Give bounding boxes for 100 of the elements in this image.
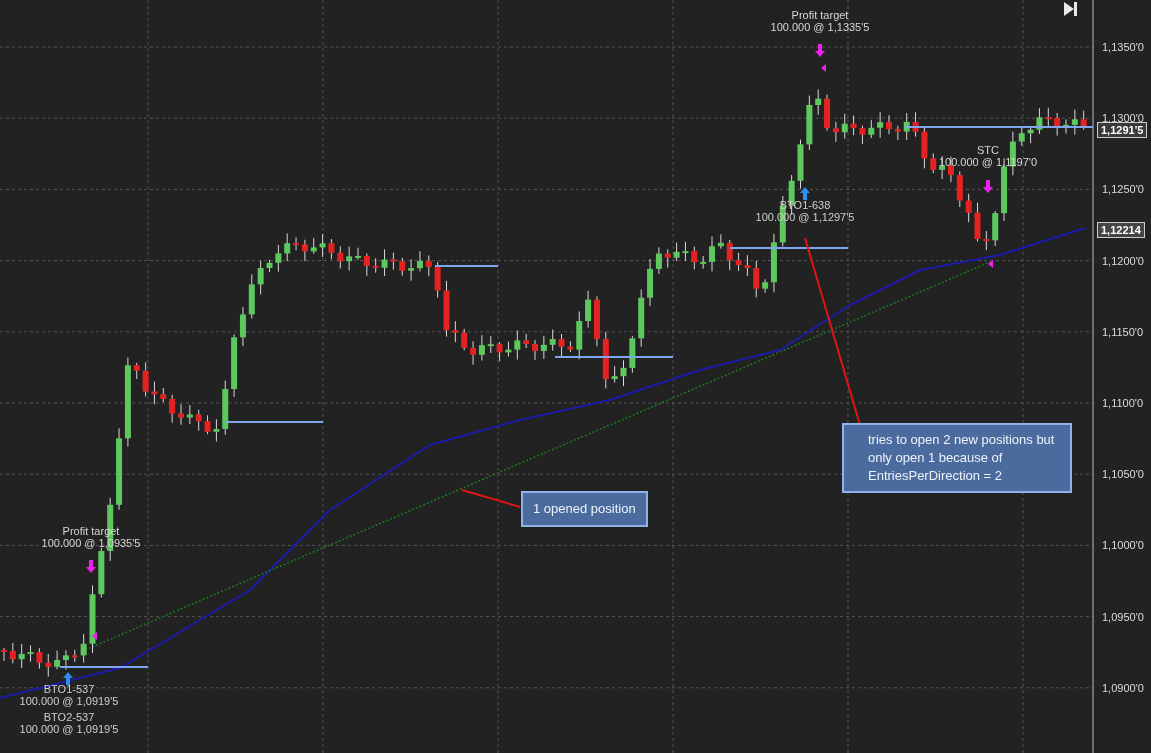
candle bbox=[558, 333, 565, 357]
candle bbox=[523, 333, 530, 349]
axis-label: 1,1250'0 bbox=[1102, 182, 1144, 197]
triangle-marker-icon bbox=[821, 64, 826, 72]
candle bbox=[815, 89, 822, 116]
trade-price: 100.000 @ 1,0919'5 bbox=[19, 723, 119, 735]
candle bbox=[204, 414, 211, 435]
candle bbox=[133, 362, 140, 380]
price-level-line bbox=[434, 265, 499, 267]
candle bbox=[841, 113, 848, 140]
candle bbox=[266, 259, 273, 273]
candle bbox=[673, 242, 680, 262]
skip-end-icon[interactable] bbox=[1064, 2, 1077, 16]
candle bbox=[974, 202, 981, 242]
candle bbox=[1045, 107, 1052, 128]
candle bbox=[461, 328, 468, 351]
candle bbox=[496, 341, 503, 362]
candle bbox=[98, 547, 105, 599]
arrow-down-icon bbox=[983, 180, 993, 193]
candle bbox=[965, 193, 972, 223]
candle bbox=[744, 254, 751, 277]
candle bbox=[310, 237, 317, 255]
candle bbox=[576, 310, 583, 360]
arrow-up-icon bbox=[63, 672, 73, 685]
trade-label: Profit target bbox=[791, 9, 849, 21]
candle bbox=[611, 365, 618, 383]
candle bbox=[549, 329, 556, 352]
callout-note: tries to open 2 new positions but only open 1 because of EntriesPerDirection = 2 bbox=[842, 423, 1072, 493]
candle bbox=[487, 335, 494, 354]
axis-label: 1,0950'0 bbox=[1102, 609, 1144, 624]
trade-price: 100.000 @ 1,1335'5 bbox=[770, 21, 870, 33]
candle bbox=[691, 246, 698, 270]
candle bbox=[434, 261, 441, 299]
candle bbox=[1027, 125, 1034, 144]
candle bbox=[877, 111, 884, 139]
candle bbox=[381, 249, 388, 277]
candle bbox=[36, 647, 43, 670]
candle bbox=[532, 339, 538, 361]
candle bbox=[726, 239, 733, 271]
candle bbox=[372, 257, 379, 274]
candle bbox=[213, 418, 220, 443]
candle bbox=[319, 233, 326, 258]
axis-label: 1,1350'0 bbox=[1102, 40, 1144, 54]
candle bbox=[903, 112, 910, 141]
candle bbox=[797, 139, 804, 190]
candle bbox=[45, 653, 52, 678]
candle bbox=[753, 260, 760, 298]
axis-label: 1,0900'0 bbox=[1102, 680, 1144, 695]
candle bbox=[859, 125, 866, 145]
candle bbox=[664, 248, 671, 269]
candle bbox=[142, 361, 149, 397]
candle bbox=[567, 340, 574, 353]
axis-label: 1,1150'0 bbox=[1102, 324, 1144, 339]
candle bbox=[992, 210, 999, 247]
candle bbox=[1, 647, 7, 662]
arrow-up-icon bbox=[800, 187, 810, 200]
axis-label: 1,1000'0 bbox=[1102, 538, 1144, 553]
candle bbox=[921, 125, 928, 169]
axis-label: 1,1050'0 bbox=[1102, 467, 1144, 482]
candle bbox=[629, 335, 636, 374]
candle bbox=[178, 403, 184, 426]
candle bbox=[89, 584, 96, 654]
candle bbox=[452, 320, 459, 343]
triangle-marker-icon bbox=[92, 632, 97, 640]
candle bbox=[1063, 118, 1069, 135]
candle bbox=[682, 241, 689, 262]
candle bbox=[151, 381, 158, 405]
candle bbox=[71, 649, 78, 663]
price-tag: 1,1291'5 bbox=[1097, 122, 1148, 138]
candle bbox=[425, 255, 432, 277]
candle bbox=[806, 95, 813, 151]
candle bbox=[540, 335, 547, 360]
candle bbox=[169, 394, 176, 424]
candle bbox=[868, 119, 875, 139]
trade-price: 100.000 @ 1,0919'5 bbox=[19, 695, 119, 707]
candle bbox=[620, 359, 627, 387]
candle bbox=[284, 232, 291, 262]
axis-label: 1,1200'0 bbox=[1102, 253, 1144, 268]
candle bbox=[27, 644, 34, 663]
candle bbox=[363, 253, 370, 277]
candle bbox=[443, 280, 450, 338]
candle bbox=[80, 633, 87, 664]
candle bbox=[983, 230, 990, 251]
candle bbox=[709, 235, 715, 272]
candle bbox=[1018, 126, 1025, 147]
candle bbox=[850, 114, 857, 136]
candle bbox=[912, 111, 919, 138]
candle bbox=[355, 247, 361, 261]
callout-note: 1 opened position bbox=[521, 491, 648, 527]
trade-label: BTO2-537 bbox=[43, 711, 95, 723]
arrow-down-icon bbox=[815, 44, 825, 57]
candle bbox=[257, 260, 264, 295]
candle bbox=[514, 330, 521, 361]
candle bbox=[1080, 110, 1087, 131]
candle bbox=[390, 252, 397, 271]
candle bbox=[956, 170, 963, 208]
candle bbox=[735, 252, 742, 272]
candle bbox=[399, 257, 406, 277]
candle bbox=[894, 125, 901, 141]
candle bbox=[328, 238, 335, 260]
